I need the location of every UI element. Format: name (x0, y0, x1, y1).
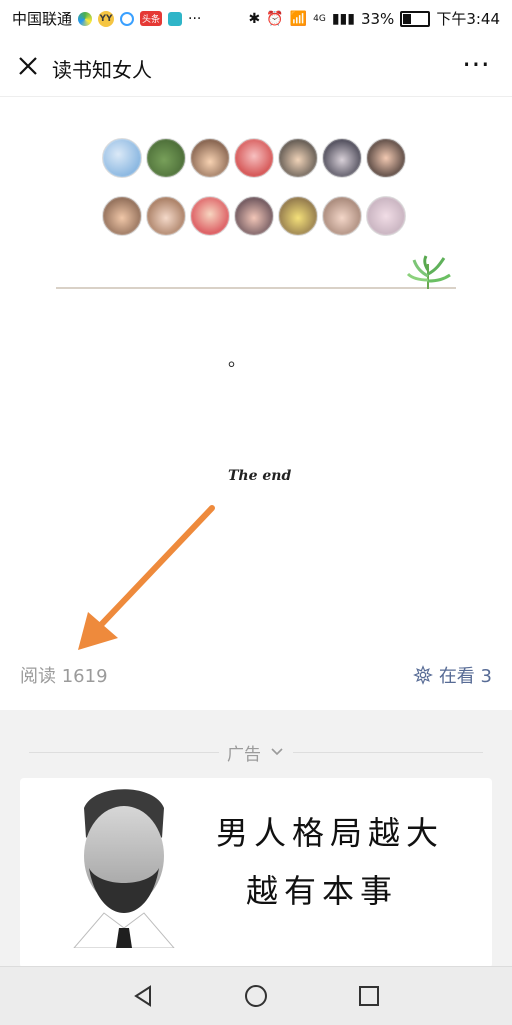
flower-icon (412, 665, 433, 685)
article-text-dot: 。 (228, 350, 246, 371)
avatar[interactable] (278, 196, 318, 236)
network-type: 4G (313, 13, 326, 24)
avatar[interactable] (366, 138, 406, 178)
close-icon[interactable] (16, 54, 40, 78)
read-count: 阅读 1619 (20, 666, 108, 687)
watching-label: 在看 3 (438, 666, 492, 687)
more-notifications-icon: ··· (188, 10, 202, 27)
the-end-text: The end (228, 468, 292, 484)
wifi-icon: 📶 (289, 10, 308, 27)
ad-divider-left (29, 751, 219, 753)
alarm-icon: ⏰ (266, 10, 284, 27)
decorative-divider (56, 287, 456, 289)
avatar[interactable] (190, 138, 230, 178)
ad-headline-line2: 越有本事 (246, 872, 399, 910)
home-icon[interactable] (243, 983, 269, 1009)
annotation-arrow-icon (78, 505, 215, 650)
avatar[interactable] (366, 196, 406, 236)
more-menu-icon[interactable]: ⋯ (460, 50, 492, 78)
avatar[interactable] (322, 138, 362, 178)
avatar[interactable] (278, 138, 318, 178)
avatar[interactable] (102, 196, 142, 236)
avatar[interactable] (234, 196, 274, 236)
avatar[interactable] (322, 196, 362, 236)
page-title: 读书知女人 (52, 58, 152, 82)
recents-icon[interactable] (356, 983, 382, 1009)
ad-divider-right (293, 751, 483, 753)
app-notification-icon (78, 11, 93, 26)
battery-percent: 33% (360, 9, 395, 28)
ad-headline-line1: 男人格局越大 (216, 814, 445, 852)
avatar[interactable] (146, 138, 186, 178)
yy-icon: YY (98, 10, 115, 27)
browser-icon (120, 11, 135, 26)
ad-image (73, 789, 175, 948)
battery-icon (400, 10, 431, 27)
ad-card[interactable]: 男人格局越大 越有本事 一 (20, 778, 492, 968)
plant-icon (406, 255, 451, 289)
app-square-icon (168, 11, 183, 26)
ad-label-row[interactable]: 广告 (0, 742, 512, 765)
avatar[interactable] (190, 196, 230, 236)
clock: 下午3:44 (436, 10, 500, 28)
avatar[interactable] (234, 138, 274, 178)
ad-label: 广告 (227, 744, 261, 765)
watching-button[interactable]: 在看 3 (412, 662, 492, 688)
bluetooth-icon: ✱ (248, 10, 261, 27)
avatar[interactable] (102, 138, 142, 178)
avatar[interactable] (146, 196, 186, 236)
android-nav-bar (0, 966, 512, 1025)
status-bar: 中国联通 YY 头条 ··· ✱ ⏰ 📶 4G ▮▮▮ 33% 下午3:44 (0, 0, 512, 36)
carrier-label: 中国联通 (12, 10, 73, 28)
chevron-down-icon (271, 748, 283, 756)
back-icon[interactable] (130, 983, 156, 1009)
top-nav: 读书知女人 ⋯ (0, 36, 512, 97)
toutiao-icon: 头条 (140, 11, 163, 26)
signal-icon: ▮▮▮ (331, 10, 355, 27)
